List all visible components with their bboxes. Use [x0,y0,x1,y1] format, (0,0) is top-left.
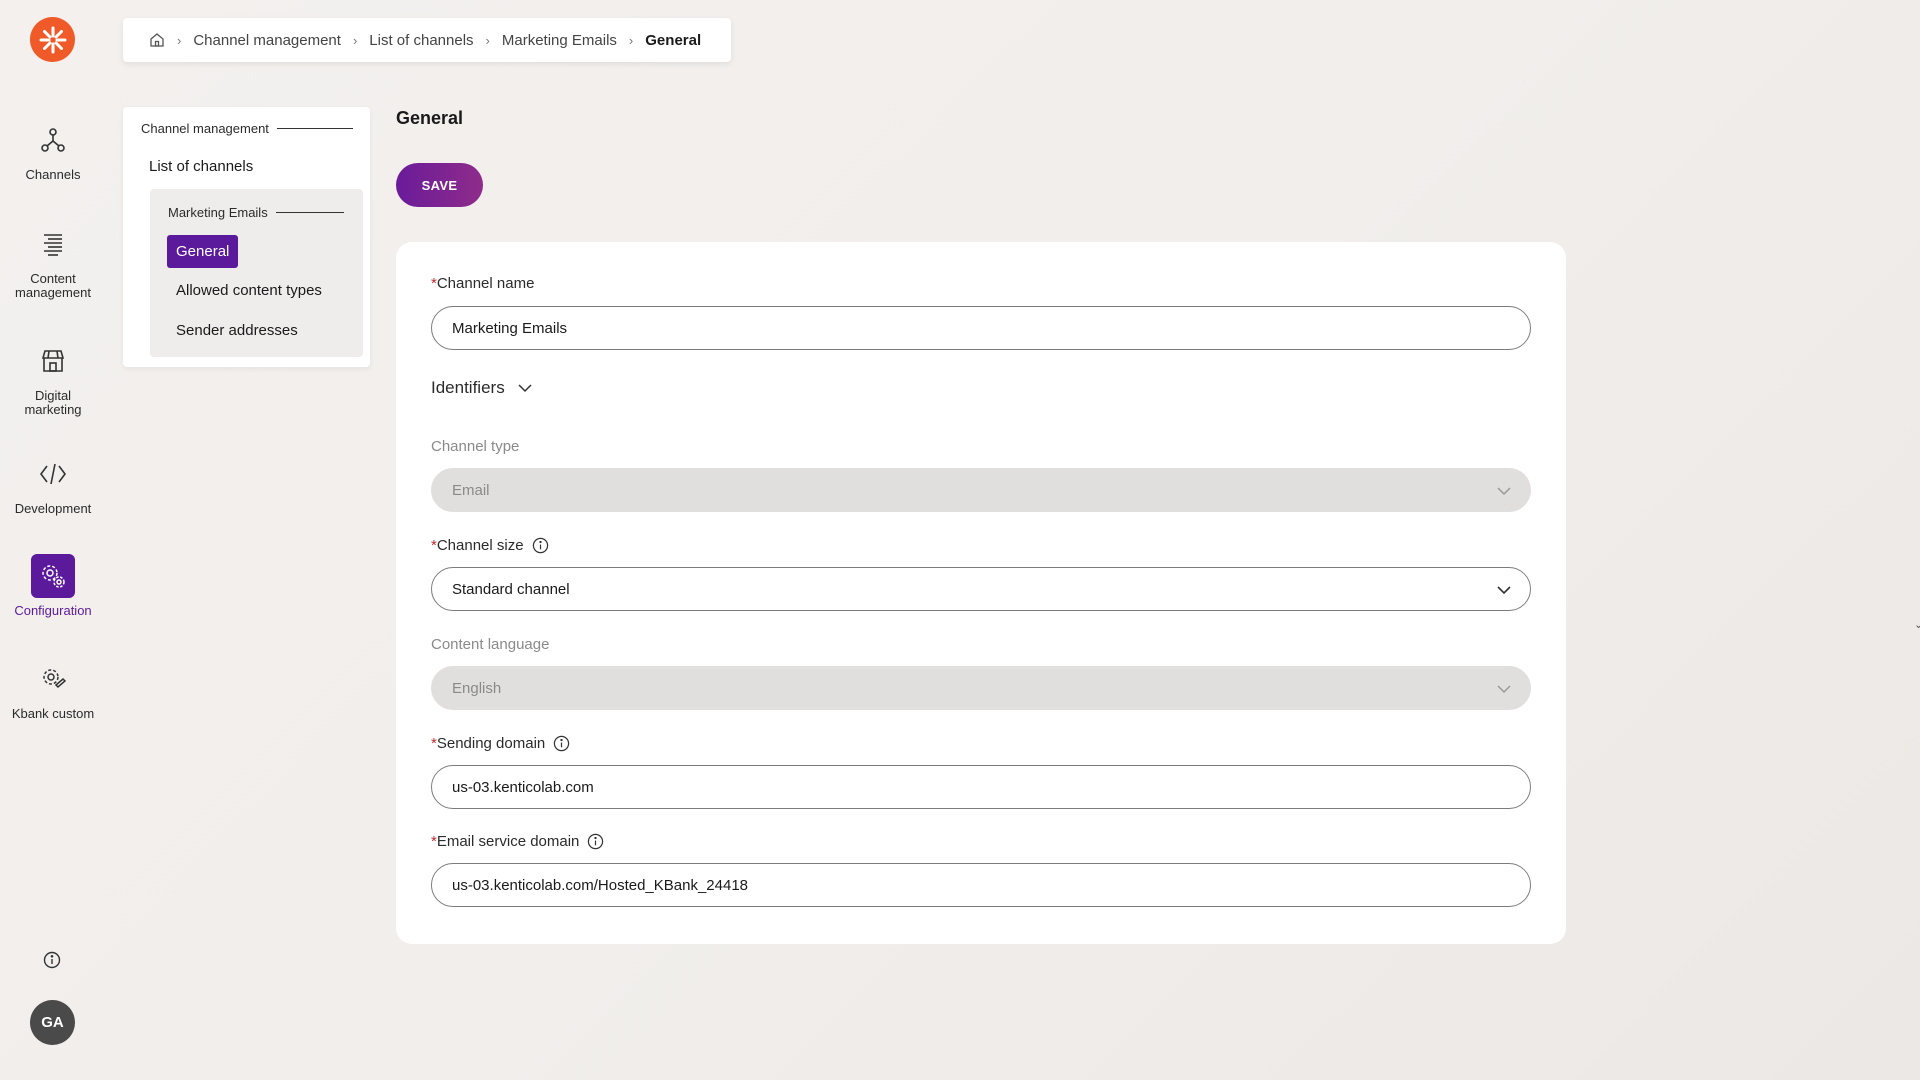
general-form-card: * Channel name Marketing Emails Identifi… [396,242,1566,944]
resize-handle-icon: ⌄ [1914,619,1920,631]
rail-item-kbank-custom[interactable]: Kbank custom [0,657,106,721]
sending-domain-label: * Sending domain [431,735,570,752]
save-button[interactable]: SAVE [396,163,483,207]
channel-size-label: * Channel size [431,537,549,554]
chevron-down-icon [1497,487,1511,496]
rail-item-development[interactable]: Development [0,452,106,516]
content-language-select: English [431,666,1531,710]
breadcrumb-separator-icon: › [352,32,358,48]
channel-type-value: Email [452,481,490,499]
identifiers-toggle[interactable]: Identifiers [431,378,533,398]
logo-asterisk-icon [39,26,66,53]
subnav-list-of-channels[interactable]: List of channels [149,158,253,175]
rail-label-channels: Channels [25,167,81,182]
channel-size-value: Standard channel [452,580,570,598]
chevron-down-icon [518,384,532,393]
rail-label-digital-marketing: Digital marketing [24,388,82,417]
user-avatar[interactable]: GA [30,1000,75,1045]
divider [275,212,344,213]
subnav-item-allowed-content-types[interactable]: Allowed content types [167,274,331,307]
breadcrumb-separator-icon: › [177,32,182,48]
content-language-value: English [452,679,502,697]
chevron-down-icon [1497,685,1511,694]
subnav-channel-title-text: Marketing Emails [168,205,268,220]
email-service-domain-label: * Email service domain [431,833,604,850]
subnav-channel-title: Marketing Emails [168,205,344,220]
channel-type-label-text: Channel type [431,438,520,455]
rail-label-kbank-custom: Kbank custom [11,706,95,721]
subnav-group-title: Channel management [141,121,353,136]
rail-label-development: Development [14,501,92,516]
channel-name-input[interactable]: Marketing Emails [431,306,1531,350]
content-language-label: Content language [431,636,549,653]
rail-item-content-management[interactable]: Content management [0,222,106,300]
rail-label-content-management: Content management [15,271,91,300]
breadcrumb-marketing-emails[interactable]: Marketing Emails [502,32,617,49]
breadcrumb-channel-management[interactable]: Channel management [193,32,341,49]
content-language-label-text: Content language [431,636,550,653]
configuration-icon [31,554,75,598]
sending-domain-label-text: Sending domain [436,735,546,752]
channel-subnavigation: Channel management List of channels Mark… [123,107,370,367]
chevron-down-icon [1497,586,1511,595]
info-icon[interactable] [587,833,604,850]
breadcrumb-separator-icon: › [628,32,634,48]
breadcrumb-general: General [645,31,702,49]
channel-type-label: Channel type [431,438,519,455]
rail-label-configuration: Configuration [14,603,92,618]
breadcrumb-separator-icon: › [485,32,490,48]
channel-type-select: Email [431,468,1531,512]
subnav-channel-section: Marketing Emails General Allowed content… [150,189,363,357]
content-management-icon [31,222,75,266]
breadcrumb-list-of-channels[interactable]: List of channels [369,32,473,49]
kentico-logo[interactable] [30,17,75,62]
breadcrumb: › Channel management › List of channels … [123,18,731,62]
identifiers-label: Identifiers [431,378,505,397]
sending-domain-input[interactable]: us-03.kenticolab.com [431,765,1531,809]
channel-size-select[interactable]: Standard channel [431,567,1531,611]
channel-name-label-text: Channel name [436,275,535,292]
subnav-group-title-text: Channel management [141,121,269,136]
channels-icon [31,118,75,162]
sending-domain-value: us-03.kenticolab.com [452,778,594,796]
home-icon[interactable] [149,32,165,48]
rail-item-channels[interactable]: Channels [0,118,106,182]
channel-size-label-text: Channel size [436,537,524,554]
rail-item-configuration[interactable]: Configuration [0,554,106,618]
subnav-item-sender-addresses[interactable]: Sender addresses [167,314,307,347]
left-navigation-rail: Channels Content management Digital mark… [0,0,106,1080]
channel-name-label: * Channel name [431,275,534,292]
digital-marketing-icon [31,339,75,383]
about-info-icon[interactable] [40,948,64,972]
subnav-item-general[interactable]: General [167,235,239,268]
page-title: General [396,108,464,128]
code-icon [31,452,75,496]
rail-item-digital-marketing[interactable]: Digital marketing [0,339,106,417]
email-service-domain-input[interactable]: us-03.kenticolab.com/Hosted_KBank_24418 [431,863,1531,907]
info-icon[interactable] [553,735,570,752]
custom-icon [31,657,75,701]
email-service-domain-value: us-03.kenticolab.com/Hosted_KBank_24418 [452,876,749,894]
channel-name-value: Marketing Emails [452,319,568,337]
divider [276,128,353,129]
info-icon[interactable] [532,537,549,554]
email-service-domain-label-text: Email service domain [436,833,580,850]
